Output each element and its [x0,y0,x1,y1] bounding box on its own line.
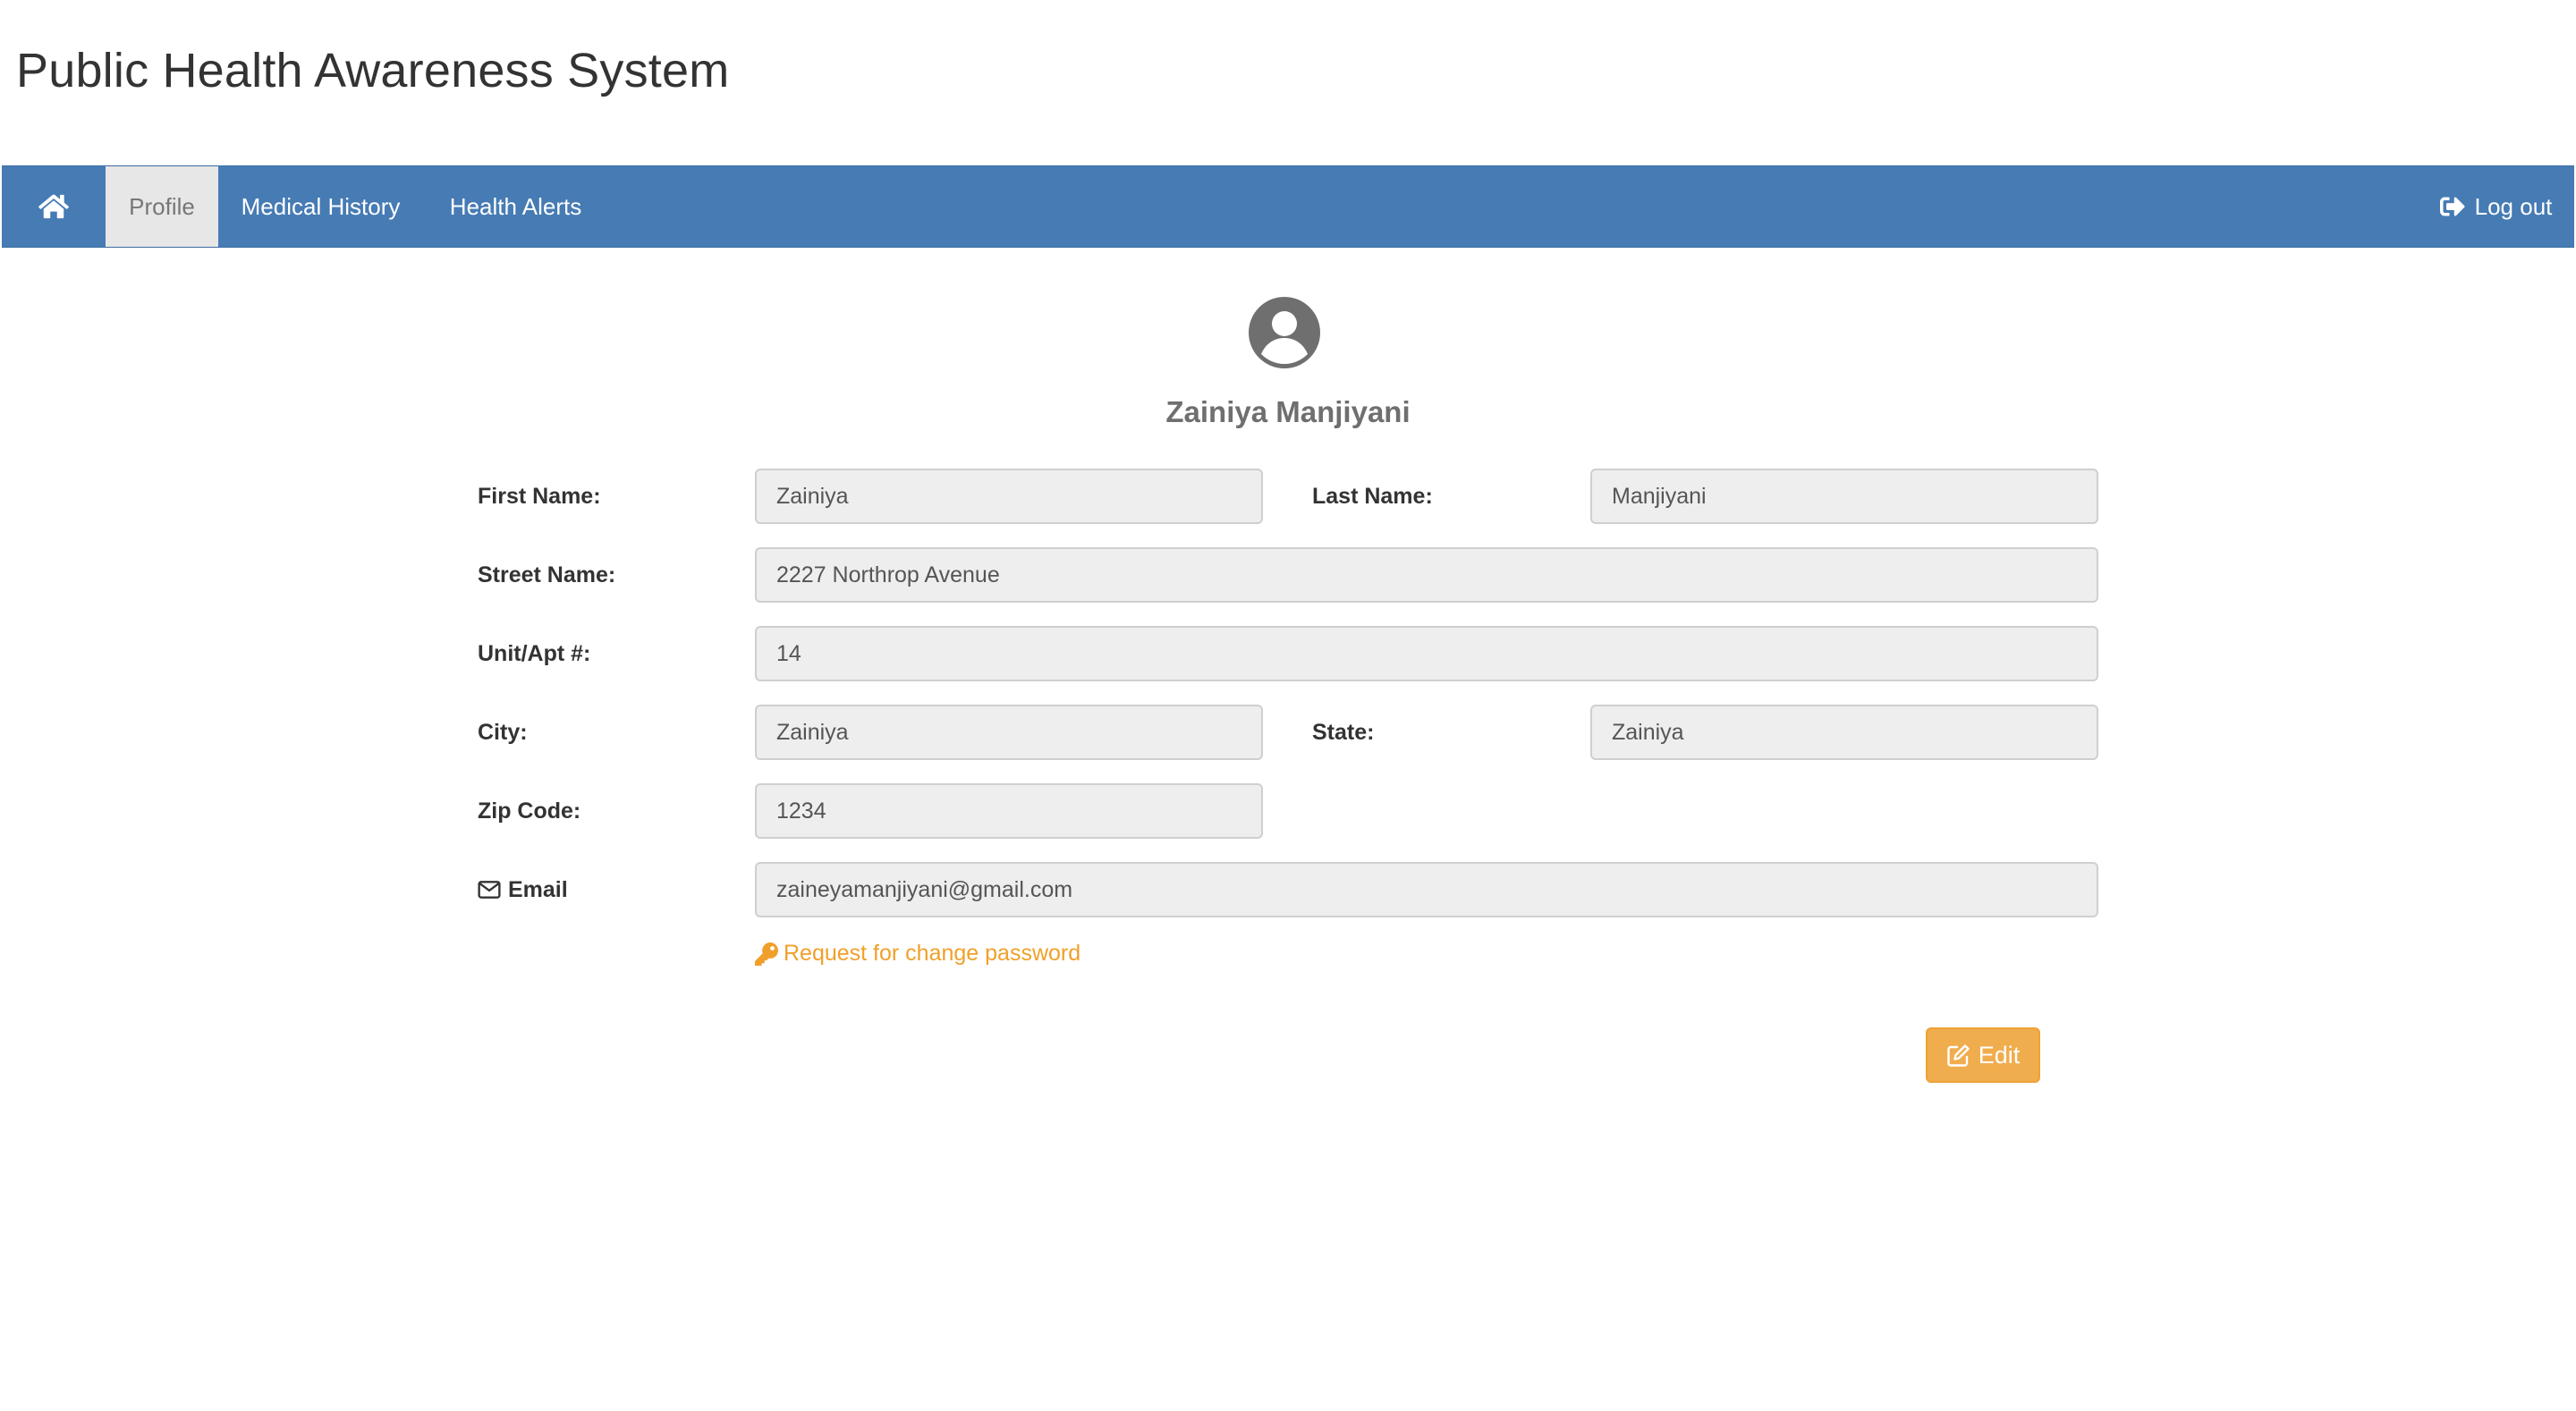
edit-label: Edit [1978,1041,2021,1069]
tab-medical-history[interactable]: Medical History [218,166,423,247]
email-label: Email [478,862,568,917]
envelope-icon [478,881,501,899]
unit-apt-label: Unit/Apt #: [478,640,591,666]
last-name-field[interactable]: Manjiyani [1590,469,2098,524]
email-field[interactable]: zaineyamanjiyani@gmail.com [755,862,2098,917]
change-password-link[interactable]: Request for change password [755,941,1080,967]
unit-apt-field[interactable]: 14 [755,626,2098,681]
nav-home[interactable] [2,166,106,247]
state-label: State: [1312,719,1375,745]
state-field[interactable]: Zainiya [1590,705,2098,760]
edit-button[interactable]: Edit [1926,1027,2040,1083]
tab-health-alerts[interactable]: Health Alerts [423,166,608,247]
zip-code-label: Zip Code: [478,798,581,824]
profile-full-name: Zainiya Manjiyani [1165,395,1411,428]
tab-profile[interactable]: Profile [106,166,218,247]
street-name-field[interactable]: 2227 Northrop Avenue [755,547,2098,603]
first-name-label: First Name: [478,483,601,509]
city-label: City: [478,719,528,745]
zip-code-field[interactable]: 1234 [755,783,1263,839]
user-circle-icon [1249,297,1320,368]
key-icon [755,942,778,966]
home-icon [38,194,69,219]
street-name-label: Street Name: [478,562,616,587]
city-field[interactable]: Zainiya [755,705,1263,760]
change-password-label: Request for change password [784,941,1081,966]
sign-out-icon [2439,197,2465,216]
logout-button[interactable]: Log out [2417,166,2574,247]
email-label-text: Email [508,876,568,902]
app-title: Public Health Awareness System [16,44,730,97]
last-name-label: Last Name: [1312,483,1433,509]
edit-icon [1947,1044,1970,1067]
navbar: Profile Medical History Health Alerts Lo… [2,165,2574,248]
logout-label: Log out [2474,192,2553,220]
first-name-field[interactable]: Zainiya [755,469,1263,524]
